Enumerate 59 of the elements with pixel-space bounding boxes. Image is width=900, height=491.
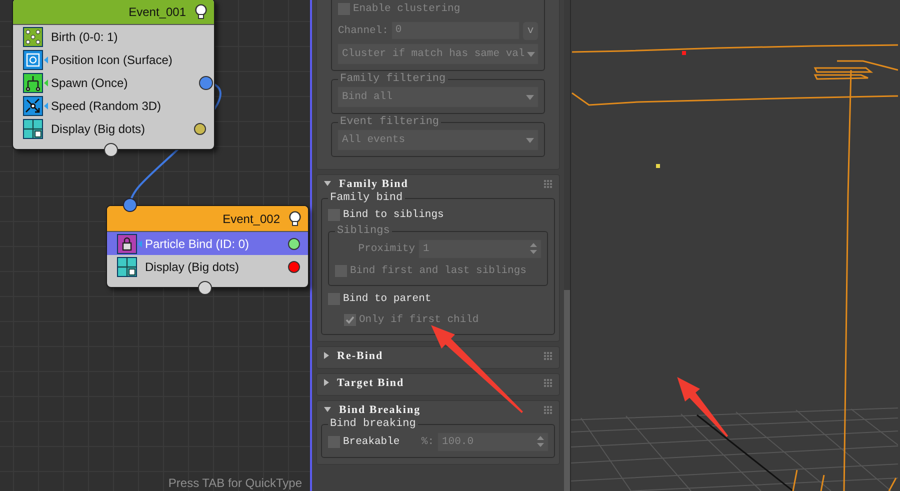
arrows-icon <box>23 96 49 116</box>
socket-dot[interactable] <box>288 238 300 250</box>
branch-icon <box>23 72 49 92</box>
event-header[interactable]: Event_002 <box>107 206 308 232</box>
triangle-right-icon <box>324 352 329 359</box>
operator-item[interactable]: Position Icon (Surface) <box>13 48 214 71</box>
lightbulb-icon[interactable] <box>194 4 208 20</box>
caret-icon <box>526 94 534 100</box>
rollout-header[interactable]: Family Bind <box>321 175 555 192</box>
socket-dot[interactable] <box>199 76 213 90</box>
triangle-down-icon <box>324 181 331 186</box>
group-title: Bind breaking <box>329 418 417 430</box>
target-icon <box>23 50 49 70</box>
output-socket[interactable] <box>198 281 212 295</box>
triangle-down-icon <box>324 407 331 412</box>
operator-item[interactable]: Display (Big dots) <box>13 117 214 140</box>
field-label: Proximity <box>358 242 415 254</box>
lightbulb-icon[interactable] <box>288 210 302 226</box>
operator-item[interactable]: Spawn (Once) <box>13 71 214 94</box>
rollout-header[interactable]: Re-Bind <box>321 347 555 364</box>
hint-text: Press TAB for QuickType <box>168 476 302 490</box>
field-label: Channel: <box>338 24 388 36</box>
checkbox[interactable]: Bind to parent <box>328 288 548 309</box>
event-title: Event_002 <box>222 212 280 226</box>
triangle-right-icon <box>324 379 329 386</box>
group-title: Family bind <box>329 192 404 204</box>
output-socket[interactable] <box>104 143 118 157</box>
spinner-arrows-icon <box>530 243 537 254</box>
event-node[interactable]: Event_002 Particle Bind (ID: 0) Display (Big dots) <box>106 205 309 288</box>
grip-icon[interactable] <box>544 180 552 188</box>
checkbox[interactable]: Breakable <box>328 431 400 452</box>
lock-icon <box>117 234 143 254</box>
spinner-arrows-icon <box>537 436 544 447</box>
checkbox[interactable]: Bind to siblings <box>328 204 548 225</box>
grip-icon[interactable] <box>544 352 552 360</box>
socket-dot[interactable] <box>194 122 206 134</box>
group-title: Event filtering <box>339 116 440 128</box>
event-header[interactable]: Event_001 <box>13 0 214 25</box>
node-canvas[interactable]: Event_001 Birth (0-0: 1) Position Icon (Surface) Spawn (Once) Speed (Random 3D) Display (Big dots) Event_002 Particle Bind (ID: 0) Display (Big dots) Press TAB for QuickType <box>0 0 310 491</box>
rollout-header[interactable]: Bind Breaking <box>321 401 555 418</box>
checkmark-icon <box>345 314 355 324</box>
scroll-bar[interactable] <box>564 290 570 491</box>
field-label: %: <box>421 436 434 448</box>
operator-item[interactable]: Birth (0-0: 1) <box>13 25 214 48</box>
event-title: Event_001 <box>128 4 186 18</box>
socket-dot[interactable] <box>288 260 300 272</box>
group-title: Family filtering <box>339 73 447 85</box>
operator-item[interactable]: Particle Bind (ID: 0) <box>107 232 308 255</box>
grip-icon[interactable] <box>544 378 552 386</box>
annotation-arrow <box>677 377 728 437</box>
rollout-header[interactable]: Target Bind <box>321 374 555 391</box>
input-socket[interactable] <box>123 198 137 212</box>
caret-icon <box>526 52 535 56</box>
operator-item[interactable]: Display (Big dots) <box>107 255 308 278</box>
group-title: Siblings <box>336 225 391 237</box>
operator-item[interactable]: Speed (Random 3D) <box>13 94 214 117</box>
grip-icon[interactable] <box>544 406 552 414</box>
event-node[interactable]: Event_001 Birth (0-0: 1) Position Icon (Surface) Spawn (Once) Speed (Random 3D) Display (Big dots) <box>12 0 215 150</box>
caret-icon <box>526 138 534 142</box>
